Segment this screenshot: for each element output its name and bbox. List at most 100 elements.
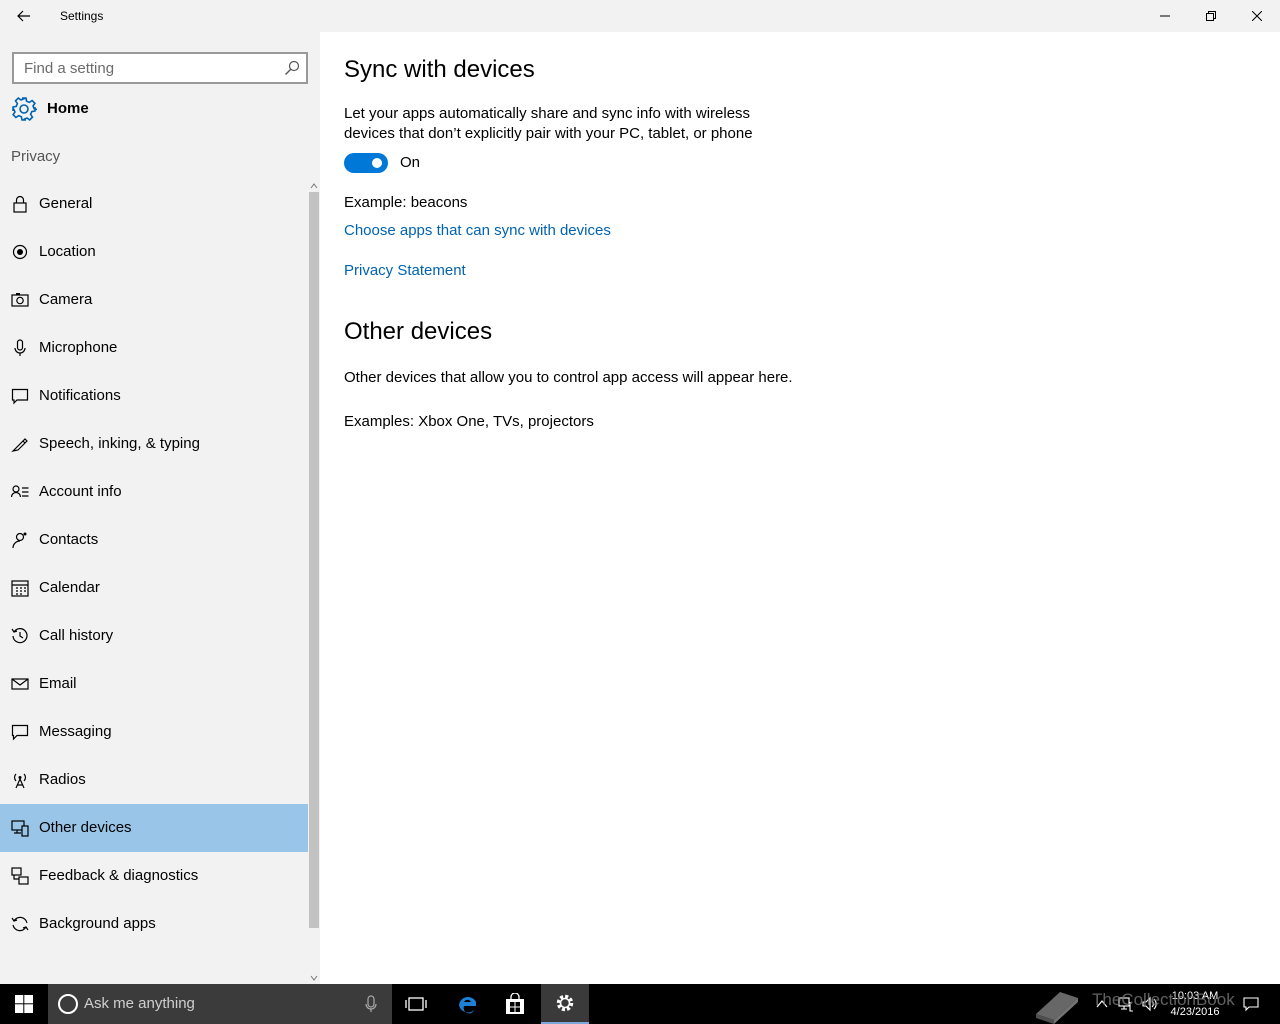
network-tray-button[interactable] [1116, 984, 1136, 1024]
back-button[interactable] [0, 0, 48, 32]
volume-icon [1142, 996, 1157, 1012]
cortana-placeholder: Ask me anything [84, 995, 195, 1012]
task-view-icon [405, 997, 427, 1011]
sidebar-item-account-info[interactable]: Account info [0, 468, 308, 516]
camera-icon [11, 293, 29, 307]
messaging-icon [11, 724, 29, 741]
close-button[interactable] [1234, 0, 1280, 32]
search-box[interactable] [12, 52, 308, 84]
sync-description: Let your apps automatically share and sy… [344, 105, 753, 142]
start-button[interactable] [0, 984, 48, 1024]
radios-icon [14, 773, 26, 789]
sidebar-item-label: Location [39, 243, 96, 260]
toggle-state-label: On [400, 154, 421, 171]
scrollbar-thumb[interactable] [309, 192, 319, 928]
action-center-icon [1243, 997, 1259, 1012]
show-hidden-icons-button[interactable] [1094, 984, 1110, 1024]
sidebar-item-label: Account info [39, 483, 122, 500]
title-bar: Settings [0, 0, 1280, 32]
close-icon [1252, 11, 1262, 21]
sidebar-item-label: Call history [39, 627, 114, 644]
other-devices-heading: Other devices [344, 318, 493, 345]
privacy-statement-link[interactable]: Privacy Statement [344, 262, 466, 279]
sidebar-item-calendar[interactable]: Calendar [0, 564, 308, 612]
windows-logo-icon [15, 995, 33, 1013]
sidebar-item-label: Notifications [39, 387, 121, 404]
taskbar-clock[interactable]: 10:03 AM 4/23/2016 [1160, 988, 1230, 1020]
window-title: Settings [60, 9, 104, 23]
sidebar-item-label: Calendar [39, 579, 100, 596]
lock-icon [13, 195, 27, 213]
cortana-icon [58, 994, 78, 1014]
background-apps-icon [11, 916, 29, 932]
task-view-button[interactable] [392, 984, 440, 1024]
scroll-up-arrow-icon[interactable] [310, 182, 318, 190]
sidebar-item-label: Messaging [39, 723, 112, 740]
store-taskbar-button[interactable] [491, 984, 539, 1024]
microphone-icon [14, 339, 26, 356]
other-devices-icon [11, 820, 29, 837]
contacts-icon [12, 532, 27, 549]
settings-taskbar-button[interactable] [541, 984, 589, 1024]
search-icon[interactable] [284, 60, 300, 76]
scroll-down-arrow-icon[interactable] [310, 974, 318, 982]
microphone-icon[interactable] [364, 994, 378, 1014]
sidebar-item-label: Microphone [39, 339, 118, 356]
speech-icon [11, 438, 28, 452]
sidebar-item-feedback[interactable]: Feedback & diagnostics [0, 852, 308, 900]
search-input[interactable] [14, 54, 284, 82]
sidebar-item-location[interactable]: Location [0, 228, 308, 276]
sidebar-item-label: Email [39, 675, 77, 692]
minimize-icon [1160, 15, 1170, 17]
clock-time: 10:03 AM [1171, 990, 1219, 1002]
edge-taskbar-button[interactable] [443, 984, 491, 1024]
sidebar-item-label: Other devices [39, 819, 132, 836]
notifications-icon [11, 388, 29, 405]
location-icon [12, 244, 28, 260]
sidebar-item-speech[interactable]: Speech, inking, & typing [0, 420, 308, 468]
feedback-icon [11, 867, 29, 885]
chevron-up-icon [1096, 1000, 1108, 1008]
book-logo-icon [1036, 992, 1078, 1024]
email-icon [11, 678, 29, 690]
network-icon [1118, 997, 1133, 1012]
other-devices-examples: Examples: Xbox One, TVs, projectors [344, 413, 594, 430]
minimize-button[interactable] [1142, 0, 1188, 32]
sync-toggle[interactable] [344, 153, 388, 173]
sidebar-item-label: Radios [39, 771, 86, 788]
call-history-icon [11, 628, 28, 644]
store-icon [506, 993, 524, 1014]
volume-tray-button[interactable] [1140, 984, 1160, 1024]
sidebar-item-radios[interactable]: Radios [0, 756, 308, 804]
main-content: Sync with devices Let your apps automati… [320, 32, 1280, 984]
sidebar-item-other-devices[interactable]: Other devices [0, 804, 308, 852]
sidebar-item-label: General [39, 195, 93, 212]
sidebar-item-email[interactable]: Email [0, 660, 308, 708]
choose-apps-link[interactable]: Choose apps that can sync with devices [344, 222, 611, 239]
gear-icon [12, 97, 37, 121]
clock-date: 4/23/2016 [1170, 1006, 1220, 1018]
sidebar-item-messaging[interactable]: Messaging [0, 708, 308, 756]
sidebar-item-label: Speech, inking, & typing [39, 435, 200, 452]
restore-icon [1206, 11, 1216, 21]
sidebar-item-background-apps[interactable]: Background apps [0, 900, 308, 948]
sidebar-item-general[interactable]: General [0, 180, 308, 228]
gear-icon [556, 994, 574, 1012]
taskbar: Ask me anything 10:03 AM 4/23/2016 TheCo… [0, 984, 1280, 1024]
sidebar-item-label: Contacts [39, 531, 99, 548]
restore-button[interactable] [1188, 0, 1234, 32]
sidebar-item-label: Camera [39, 291, 93, 308]
toggle-knob [372, 158, 382, 168]
home-nav-item[interactable]: Home [0, 92, 308, 126]
sidebar-item-contacts[interactable]: Contacts [0, 516, 308, 564]
sidebar-item-call-history[interactable]: Call history [0, 612, 308, 660]
back-arrow-icon [17, 10, 30, 22]
privacy-nav-list: General Location Camera Microphone Notif… [0, 180, 308, 948]
sidebar-item-notifications[interactable]: Notifications [0, 372, 308, 420]
cortana-search-box[interactable]: Ask me anything [48, 984, 392, 1024]
sidebar-item-camera[interactable]: Camera [0, 276, 308, 324]
action-center-button[interactable] [1236, 984, 1266, 1024]
other-devices-description: Other devices that allow you to control … [344, 369, 793, 386]
sidebar: Home Privacy General Location Camera Mic… [0, 32, 320, 984]
sidebar-item-microphone[interactable]: Microphone [0, 324, 308, 372]
